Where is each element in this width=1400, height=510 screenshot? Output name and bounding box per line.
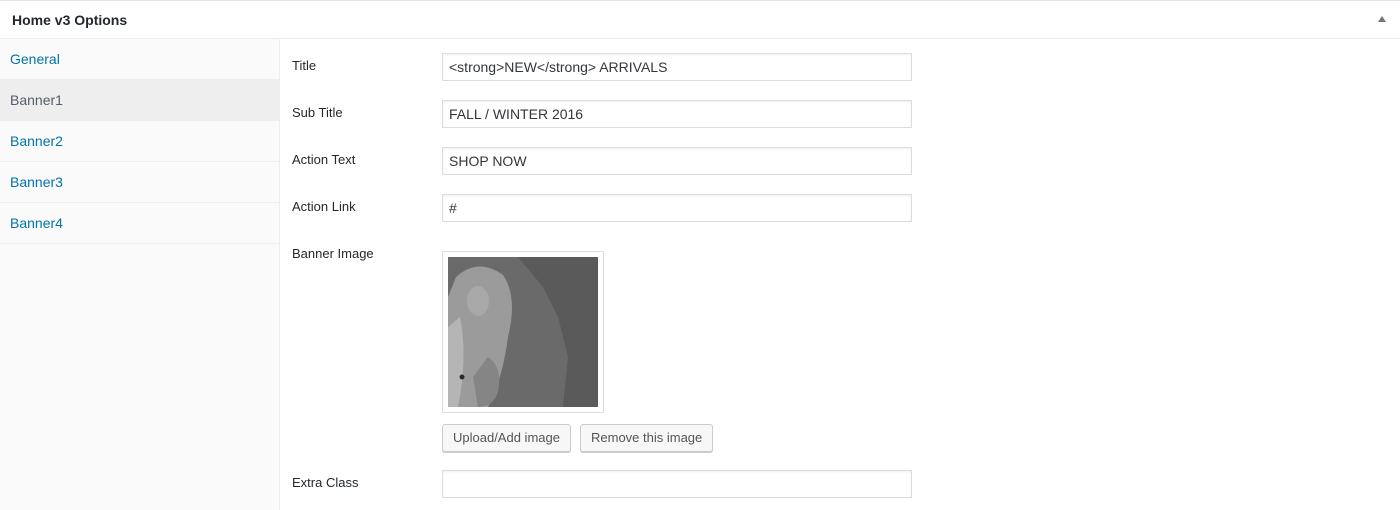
action-text-label: Action Text <box>292 152 356 167</box>
sub-title-input[interactable] <box>442 100 912 128</box>
tab-banner2[interactable]: Banner2 <box>0 121 279 162</box>
tab-banner3[interactable]: Banner3 <box>0 162 279 203</box>
tab-label: Banner1 <box>10 92 63 108</box>
home-v3-options-metabox: Home v3 Options General Banner1 Banner2 … <box>0 0 1400 510</box>
banner-photo-thumbnail <box>448 257 598 407</box>
action-link-input[interactable] <box>442 194 912 222</box>
title-input[interactable] <box>442 53 912 81</box>
upload-add-image-button[interactable]: Upload/Add image <box>442 424 571 452</box>
banner-image-preview <box>442 251 604 413</box>
tab-label: Banner2 <box>10 133 63 149</box>
tab-label: Banner4 <box>10 215 63 231</box>
metabox-title: Home v3 Options <box>12 12 128 28</box>
options-sidebar: General Banner1 Banner2 Banner3 Banner4 <box>0 39 280 510</box>
extra-class-label: Extra Class <box>292 475 359 490</box>
sub-title-label: Sub Title <box>292 105 343 120</box>
tab-banner1[interactable]: Banner1 <box>0 80 279 121</box>
options-content: Title Sub Title Action Text Action Link … <box>280 39 1400 510</box>
title-label: Title <box>292 58 317 73</box>
collapse-toggle-icon[interactable] <box>1378 16 1386 22</box>
action-text-input[interactable] <box>442 147 912 175</box>
tab-label: General <box>10 51 60 67</box>
tab-label: Banner3 <box>10 174 63 190</box>
remove-image-button[interactable]: Remove this image <box>580 424 714 452</box>
metabox-header[interactable]: Home v3 Options <box>0 2 1400 39</box>
tab-general[interactable]: General <box>0 39 279 80</box>
tab-banner4[interactable]: Banner4 <box>0 203 279 244</box>
action-link-label: Action Link <box>292 199 356 214</box>
banner-image-label: Banner Image <box>292 246 374 261</box>
extra-class-input[interactable] <box>442 470 912 498</box>
